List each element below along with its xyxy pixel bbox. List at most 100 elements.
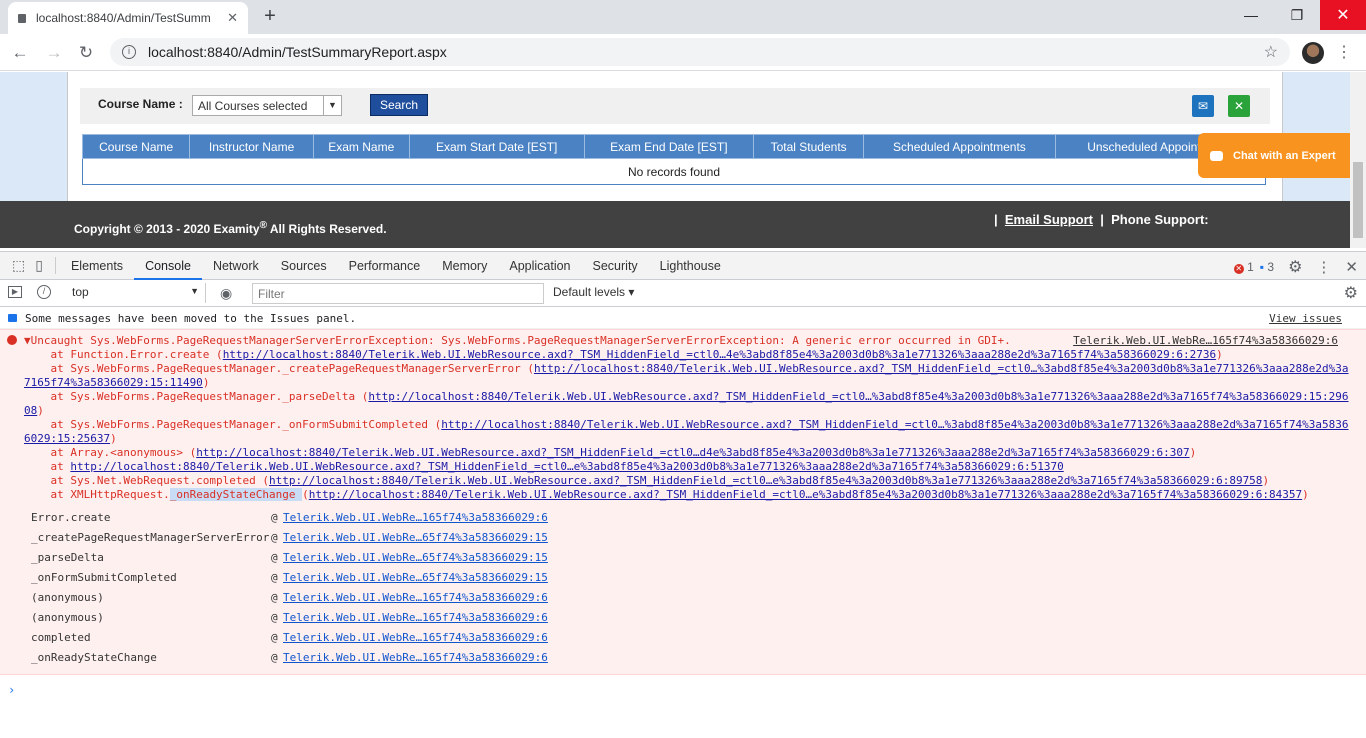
url-text[interactable]: localhost:8840/Admin/TestSummaryReport.a… — [148, 44, 447, 60]
frame-function: (anonymous) — [31, 611, 104, 624]
search-button[interactable]: Search — [370, 94, 428, 116]
frame-function: _createPageRequestManagerServerError — [31, 531, 270, 544]
email-support-link[interactable]: Email Support — [1005, 212, 1093, 227]
device-toggle-icon[interactable]: ▯ — [35, 257, 43, 274]
address-bar[interactable]: i localhost:8840/Admin/TestSummaryReport… — [110, 38, 1290, 66]
column-header[interactable]: Instructor Name — [189, 134, 314, 159]
error-icon: ✕ — [1233, 264, 1244, 274]
inspect-element-icon[interactable]: ⬚ — [12, 257, 25, 274]
forward-icon[interactable]: → — [42, 41, 66, 65]
bookmark-star-icon[interactable]: ☆ — [1264, 42, 1278, 62]
devtools-tab-sources[interactable]: Sources — [270, 252, 338, 280]
devtools-tab-application[interactable]: Application — [498, 252, 581, 280]
devtools-tab-elements[interactable]: Elements — [60, 252, 134, 280]
copyright-text: Copyright © 2013 - 2020 Examity® All Rig… — [74, 220, 387, 236]
console-toolbar: ▶ / top ▼ ◉ Filter Default levels ▾ ⚙ — [0, 281, 1366, 307]
frame-source-link[interactable]: Telerik.Web.UI.WebRe…165f74%3a58366029:6 — [283, 628, 548, 648]
dropdown-arrow-icon: ▼ — [190, 286, 199, 296]
devtools-status: ✕ 1 ▪ 3 ⚙ ⋮ ✕ — [1233, 257, 1358, 277]
report-panel: Course Name : All Courses selected ▼ Sea… — [67, 72, 1283, 202]
profile-avatar[interactable] — [1302, 42, 1324, 64]
back-icon[interactable]: ← — [8, 41, 32, 65]
frame-source-link[interactable]: Telerik.Web.UI.WebRe…165f74%3a58366029:6 — [283, 648, 548, 668]
stack-suffix: ) — [1262, 474, 1270, 487]
address-toolbar: ← → ↻ i localhost:8840/Admin/TestSummary… — [0, 34, 1366, 71]
sidebar-toggle-icon[interactable]: ▶ — [8, 286, 22, 298]
log-levels-select[interactable]: Default levels ▾ — [553, 285, 634, 299]
devtools-tabbar: ⬚ ▯ Elements Console Network Sources Perform… — [0, 251, 1366, 280]
devtools-tab-console[interactable]: Console — [134, 252, 202, 280]
stack-line: at Sys.WebForms.PageRequestManager._onFo… — [24, 418, 1366, 446]
stack-suffix: ) — [1189, 446, 1197, 459]
settings-gear-icon[interactable]: ⚙ — [1288, 257, 1302, 277]
close-tab-icon[interactable]: ✕ — [227, 10, 238, 26]
devtools-tab-performance[interactable]: Performance — [338, 252, 432, 280]
browser-tab[interactable]: localhost:8840/Admin/TestSumm ✕ — [8, 2, 248, 34]
scroll-thumb[interactable] — [1353, 162, 1363, 238]
error-source-link[interactable]: Telerik.Web.UI.WebRe…165f74%3a58366029:6 — [1073, 334, 1338, 347]
frame-source-link[interactable]: Telerik.Web.UI.WebRe…165f74%3a58366029:6 — [283, 608, 548, 628]
error-message: ▼Uncaught Sys.WebForms.PageRequestManage… — [0, 329, 1366, 675]
column-header[interactable]: Exam Name — [312, 134, 410, 159]
console-prompt[interactable]: › — [0, 675, 1366, 697]
devtools-tools: ⬚ ▯ — [0, 257, 56, 274]
frame-source-link[interactable]: Telerik.Web.UI.WebRe…165f74%3a58366029:6 — [283, 508, 548, 528]
page-scrollbar[interactable] — [1350, 72, 1366, 248]
course-select[interactable]: All Courses selected ▼ — [192, 95, 342, 116]
reload-icon[interactable]: ↻ — [74, 41, 98, 65]
context-select[interactable]: top ▼ — [64, 283, 206, 303]
stack-prefix: at Sys.WebForms.PageRequestManager._crea… — [24, 362, 534, 375]
frame-at: @ — [271, 591, 278, 604]
close-window-button[interactable]: ✕ — [1320, 0, 1366, 30]
excel-export-icon[interactable]: ✕ — [1228, 95, 1250, 117]
eye-icon[interactable]: ◉ — [220, 285, 232, 302]
new-tab-button[interactable]: + — [259, 5, 281, 27]
console-settings-icon[interactable]: ⚙ — [1344, 283, 1358, 303]
frame-at: @ — [271, 631, 278, 644]
error-counter[interactable]: ✕ 1 — [1233, 260, 1254, 274]
column-header[interactable]: Course Name — [81, 134, 191, 159]
frame-source-link[interactable]: Telerik.Web.UI.WebRe…165f74%3a58366029:6 — [283, 588, 548, 608]
frame-source-link[interactable]: Telerik.Web.UI.WebRe…65f74%3a58366029:15 — [283, 528, 548, 548]
column-header[interactable]: Total Students — [753, 134, 865, 159]
column-header[interactable]: Scheduled Appointments — [863, 134, 1056, 159]
devtools-tab-memory[interactable]: Memory — [431, 252, 498, 280]
frame-source-link[interactable]: Telerik.Web.UI.WebRe…65f74%3a58366029:15 — [283, 548, 548, 568]
stack-link[interactable]: http://localhost:8840/Telerik.Web.UI.Web… — [309, 488, 1302, 501]
highlighted-function: _onReadyStateChange — [169, 488, 303, 501]
stack-link[interactable]: http://localhost:8840/Telerik.Web.UI.Web… — [223, 348, 1216, 361]
stack-line: at Sys.WebForms.PageRequestManager._pars… — [24, 390, 1366, 418]
chat-with-expert-button[interactable]: Chat with an Expert — [1198, 133, 1365, 178]
view-issues-link[interactable]: View issues — [1269, 312, 1342, 325]
stack-link[interactable]: http://localhost:8840/Telerik.Web.UI.Web… — [196, 446, 1189, 459]
restore-button[interactable]: ❐ — [1274, 0, 1320, 30]
column-header[interactable]: Exam End Date [EST] — [583, 134, 755, 159]
registered-mark: ® — [259, 220, 267, 231]
frame-source-link[interactable]: Telerik.Web.UI.WebRe…65f74%3a58366029:15 — [283, 568, 548, 588]
clear-console-icon[interactable]: / — [37, 285, 51, 299]
stack-line: at Array.<anonymous> (http://localhost:8… — [24, 446, 1366, 460]
devtools-tab-network[interactable]: Network — [202, 252, 270, 280]
stack-link[interactable]: http://localhost:8840/Telerik.Web.UI.Web… — [269, 474, 1262, 487]
stack-line: at XMLHttpRequest._onReadyStateChange (h… — [24, 488, 1366, 502]
devtools-tab-list: Elements Console Network Sources Performance… — [60, 252, 732, 280]
stack-paren: ( — [302, 488, 309, 501]
dropdown-arrow-icon[interactable]: ▼ — [323, 96, 341, 115]
call-frame-row: _parseDelta @ Telerik.Web.UI.WebRe…65f74%3… — [24, 548, 1366, 568]
devtools-tab-lighthouse[interactable]: Lighthouse — [649, 252, 732, 280]
stack-link[interactable]: http://localhost:8840/Telerik.Web.UI.Web… — [70, 460, 1063, 473]
devtools-tab-security[interactable]: Security — [582, 252, 649, 280]
email-export-icon[interactable]: ✉ — [1192, 95, 1214, 117]
frame-function: _parseDelta — [31, 551, 104, 564]
filter-input[interactable]: Filter — [252, 283, 544, 304]
issues-moved-message: Some messages have been moved to the Iss… — [0, 308, 1366, 329]
browser-menu-icon[interactable]: ⋮ — [1336, 42, 1352, 62]
close-devtools-icon[interactable]: ✕ — [1345, 258, 1358, 276]
stack-suffix: ) — [1216, 348, 1223, 361]
info-icon[interactable]: i — [122, 45, 136, 59]
more-options-icon[interactable]: ⋮ — [1316, 258, 1331, 276]
minimize-button[interactable]: — — [1228, 0, 1274, 30]
column-header[interactable]: Exam Start Date [EST] — [408, 134, 585, 159]
stack-trace: at Function.Error.create (http://localho… — [24, 348, 1366, 502]
message-counter[interactable]: ▪ 3 — [1260, 260, 1274, 274]
